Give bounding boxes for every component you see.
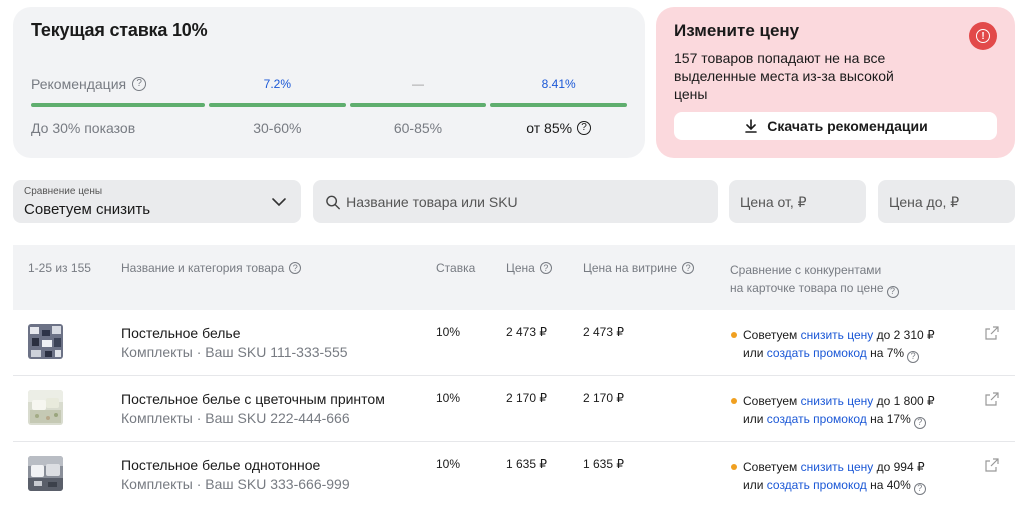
external-link-icon[interactable] (985, 326, 999, 340)
name-help-icon[interactable]: ? (289, 262, 302, 274)
alert-title: Измените цену (674, 21, 800, 40)
product-shelf-price: 1 635 ₽ (583, 457, 624, 471)
header-shelf-price: Цена на витрине ? (583, 261, 695, 275)
price-to-input[interactable] (889, 193, 1015, 210)
status-dot (731, 398, 737, 404)
alert-text: 157 товаров попадают не на все выделенны… (674, 50, 894, 102)
product-price: 2 473 ₽ (506, 325, 547, 339)
price-from-input[interactable] (740, 193, 866, 210)
status-dot (731, 464, 737, 470)
search-icon (326, 195, 340, 209)
header-rate: Ставка (436, 261, 476, 275)
range-4: от 85% (526, 120, 573, 136)
price-help-icon[interactable]: ? (539, 262, 552, 274)
chevron-down-icon (272, 198, 286, 207)
change-price-alert-card: Измените цену ! 157 товаров попадают не … (656, 7, 1015, 158)
product-rate: 10% (436, 391, 461, 405)
level-2-pct: — (412, 77, 424, 91)
competitor-advice: Советуем снизить цену до 2 310 ₽ или соз… (731, 326, 935, 363)
product-name: Постельное белье однотонное (121, 457, 321, 473)
lower-price-link[interactable]: снизить цену (801, 328, 874, 342)
download-button-label: Скачать рекомендации (767, 118, 928, 134)
product-name: Постельное белье с цветочным принтом (121, 391, 385, 407)
product-name: Постельное белье (121, 325, 241, 341)
products-table: 1-25 из 155 Название и категория товара … (13, 245, 1015, 508)
competitor-advice: Советуем снизить цену до 1 800 ₽ или соз… (731, 392, 935, 429)
download-icon (745, 119, 758, 133)
advice-help-icon[interactable]: ? (913, 416, 926, 429)
range-first: До 30% показов (31, 120, 136, 136)
range-2: 30-60% (253, 120, 302, 136)
compare-label: Сравнение цены (24, 186, 103, 197)
lower-price-link[interactable]: снизить цену (801, 460, 874, 474)
product-thumbnail (28, 456, 63, 491)
product-rate: 10% (436, 325, 461, 339)
competitors-help-icon[interactable]: ? (886, 285, 899, 298)
product-category: Комплекты · Ваш SKU 333-666-999 (121, 476, 350, 492)
recommendation-row: Рекомендация ? 7.2% — 8.41% (31, 69, 627, 99)
compare-value: Советуем снизить (24, 201, 151, 218)
product-category: Комплекты · Ваш SKU 111-333-555 (121, 344, 348, 360)
table-row[interactable]: Постельное белье однотонное Комплекты · … (13, 442, 1015, 508)
product-price: 1 635 ₽ (506, 457, 547, 471)
product-thumbnail (28, 324, 63, 359)
range-help-icon[interactable]: ? (577, 121, 592, 135)
search-field[interactable] (313, 180, 718, 223)
range-3: 60-85% (393, 120, 443, 136)
alert-icon: ! (969, 22, 997, 50)
table-row[interactable]: Постельное белье с цветочным принтом Ком… (13, 376, 1015, 442)
header-name: Название и категория товара ? (121, 261, 302, 275)
level-3-pct: 8.41% (541, 77, 576, 91)
rate-bar (209, 103, 346, 107)
recommendation-label: Рекомендация (31, 76, 127, 92)
range-row: До 30% показов 30-60% 60-85% от 85% ? (31, 113, 627, 143)
product-price: 2 170 ₽ (506, 391, 547, 405)
header-price: Цена ? (506, 261, 552, 275)
price-to-field[interactable] (878, 180, 1015, 223)
rate-bar (349, 103, 487, 107)
table-row[interactable]: Постельное белье Комплекты · Ваш SKU 111… (13, 310, 1015, 376)
product-shelf-price: 2 473 ₽ (583, 325, 624, 339)
advice-help-icon[interactable]: ? (907, 350, 920, 363)
create-promo-link[interactable]: создать промокод (767, 346, 867, 360)
rate-grid: Рекомендация ? 7.2% — 8.41% До 30% показ… (31, 69, 627, 143)
current-rate-card: Текущая ставка 10% Рекомендация ? 7.2% —… (13, 7, 645, 158)
create-promo-link[interactable]: создать промокод (767, 478, 867, 492)
rate-bar (490, 103, 627, 107)
recommendation-help-icon[interactable]: ? (132, 77, 147, 91)
header-count: 1-25 из 155 (28, 261, 91, 275)
competitor-advice: Советуем снизить цену до 994 ₽ или созда… (731, 458, 926, 495)
download-recommendations-button[interactable]: Скачать рекомендации (674, 112, 997, 140)
product-rate: 10% (436, 457, 461, 471)
lower-price-link[interactable]: снизить цену (801, 394, 874, 408)
external-link-icon[interactable] (985, 392, 999, 406)
price-from-field[interactable] (729, 180, 866, 223)
current-rate-title: Текущая ставка 10% (31, 20, 208, 40)
header-competitors: Сравнение с конкурентами на карточке тов… (730, 261, 899, 298)
table-header: 1-25 из 155 Название и категория товара … (13, 245, 1015, 310)
product-category: Комплекты · Ваш SKU 222-444-666 (121, 410, 350, 426)
product-thumbnail (28, 390, 63, 425)
create-promo-link[interactable]: создать промокод (767, 412, 867, 426)
search-input[interactable] (346, 193, 718, 210)
status-dot (731, 332, 737, 338)
level-1-pct: 7.2% (263, 77, 292, 91)
rate-bars (31, 103, 627, 107)
price-compare-select[interactable]: Сравнение цены Советуем снизить (13, 180, 301, 223)
rate-bar (31, 103, 206, 107)
external-link-icon[interactable] (985, 458, 999, 472)
product-shelf-price: 2 170 ₽ (583, 391, 624, 405)
advice-help-icon[interactable]: ? (913, 482, 926, 495)
shelf-price-help-icon[interactable]: ? (682, 262, 695, 274)
